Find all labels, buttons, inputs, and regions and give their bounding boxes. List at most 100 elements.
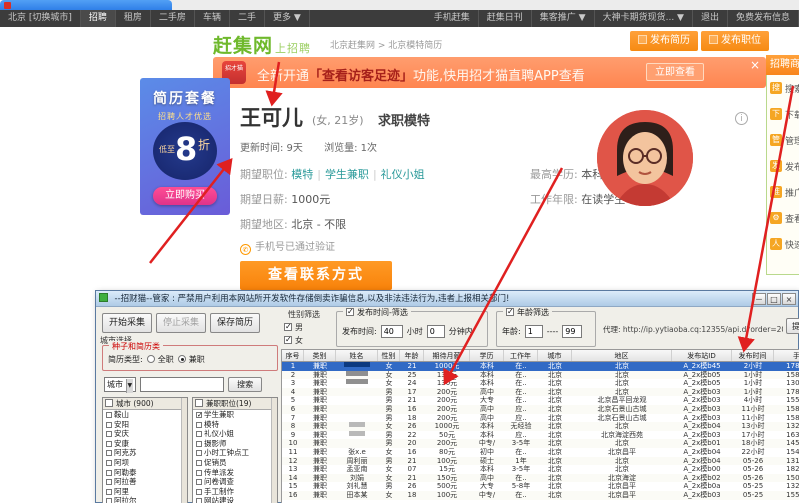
column-header[interactable]: 工作年 (504, 350, 538, 361)
publish-job-button[interactable]: 发布职位 (701, 31, 769, 51)
nav-item[interactable]: 租房 (116, 10, 151, 27)
column-header[interactable]: 学历 (470, 350, 504, 361)
browser-active-tab[interactable] (0, 0, 172, 10)
nav-item[interactable]: 二手 (230, 10, 265, 27)
job-list-scrollbar[interactable] (271, 398, 277, 503)
city-list-item[interactable]: 阿坝 (103, 458, 187, 468)
column-header[interactable]: 序号 (282, 350, 304, 361)
job-list-item[interactable]: 摄影师 (193, 439, 277, 449)
column-header[interactable]: 期待月薪 (424, 350, 470, 361)
job-checkbox[interactable] (196, 440, 202, 447)
publish-resume-button[interactable]: 发布简历 (630, 31, 698, 51)
table-row[interactable]: 10 兼职 男 20 200元 中专/3-5年 北京 北京 A_2x模b01 18小时 145720… (282, 439, 799, 448)
column-header[interactable]: 类别 (304, 350, 336, 361)
nav-item[interactable]: 赶集日刊 (479, 10, 532, 27)
city-list-item[interactable]: 鞍山 (103, 410, 187, 420)
sidebar-item[interactable]: 推推广职位 (767, 179, 799, 205)
fulltime-radio-circle[interactable] (146, 355, 155, 363)
start-collect-button[interactable]: 开始采集 (102, 313, 152, 333)
position-link[interactable]: 学生兼职 (325, 168, 369, 181)
city-list-scrollbar[interactable] (181, 398, 187, 503)
job-checkbox[interactable] (196, 421, 202, 428)
table-row[interactable]: 11 兼职 张x.e 女 16 80元 初中 在.. 北京 北京昌平 A_2x模b04 22小时 154… (282, 448, 799, 457)
job-list-item[interactable]: 模特 (193, 420, 277, 430)
sidebar-item[interactable]: 发发布职位 (767, 153, 799, 179)
female-checkbox[interactable]: 女 (284, 335, 303, 346)
nav-item[interactable]: 车辆 (195, 10, 230, 27)
city-checkbox[interactable] (106, 488, 112, 495)
nav-item[interactable]: 退出 (693, 10, 728, 27)
job-list-item[interactable]: 问卷调查 (193, 477, 277, 487)
nav-item[interactable]: 更多 ▼ (265, 10, 310, 27)
city-checkbox[interactable] (106, 459, 112, 466)
nav-item[interactable]: 手机赶集 (426, 10, 479, 27)
sidebar-item[interactable]: 管管理职位 (767, 127, 799, 153)
sidebar-item[interactable]: ⚙查看订单 (767, 205, 799, 231)
job-checkbox[interactable] (196, 469, 202, 476)
age-max-input[interactable] (562, 325, 583, 338)
table-row[interactable]: 5 兼职 男 21 200元 大专 在.. 北京 北京昌平回龙观 A_2x模b03 4小时 15530… (282, 396, 799, 405)
hours-input[interactable] (380, 325, 403, 338)
parttime-radio-circle[interactable] (177, 355, 186, 363)
job-list-item[interactable]: 传单派发 (193, 468, 277, 478)
city-checkbox[interactable] (106, 469, 112, 476)
city-list-item[interactable]: 阿拉善 (103, 477, 187, 487)
proxy-extract-button[interactable]: 提取 (786, 318, 799, 334)
job-list-item[interactable]: 网站建设 (193, 496, 277, 503)
age-filter-checkbox[interactable] (506, 307, 514, 316)
minutes-input[interactable] (426, 325, 445, 338)
view-contact-button[interactable]: 查看联系方式 (240, 261, 392, 290)
city-checkbox[interactable] (106, 498, 112, 503)
nav-item[interactable]: 二手房 (151, 10, 195, 27)
fulltime-radio[interactable]: 全职 (146, 354, 174, 365)
sidebar-item[interactable]: 人快速充值 (767, 231, 799, 257)
city-list-item[interactable]: 阿拉尔 (103, 496, 187, 503)
parttime-radio[interactable]: 兼职 (177, 354, 205, 365)
search-button[interactable]: 搜索 (228, 377, 263, 392)
time-filter-legend[interactable]: 发布时间-筛选 (343, 307, 411, 318)
info-icon[interactable]: i (735, 112, 748, 125)
table-row[interactable]: 8 兼职 女 26 1000元 本科 无经验 北京 北京 A_2x模b04 13小时 13224442 (282, 422, 799, 431)
time-filter-checkbox[interactable] (346, 307, 354, 316)
column-header[interactable]: 性别 (378, 350, 400, 361)
sidebar-item[interactable]: 搜搜索简历 (767, 75, 799, 101)
city-checkbox[interactable] (106, 479, 112, 486)
city-checkbox[interactable] (106, 431, 112, 438)
city-checkbox[interactable] (106, 450, 112, 457)
job-list-header[interactable]: 兼职职位(19) (193, 398, 277, 410)
ganji-logo[interactable]: 赶集网 上招聘 (213, 31, 311, 58)
job-checkbox[interactable] (196, 498, 202, 503)
age-min-input[interactable] (524, 325, 543, 338)
nav-item[interactable]: 集客推广 ▼ (532, 10, 595, 27)
city-list-item[interactable]: 阿里 (103, 487, 187, 497)
nav-item[interactable]: 招聘 (80, 10, 116, 27)
job-checkbox[interactable] (196, 459, 202, 466)
table-row[interactable]: 2 兼职 女 25 130元 本科 在.. 北京 北京 A_2x模b05 1小时 15847235 (282, 370, 799, 380)
table-row[interactable]: 4 兼职 男 17 200元 高中 在.. 北京 北京 A_2x模b03 1小时 17804721 (282, 387, 799, 397)
column-header[interactable]: 地区 (572, 350, 672, 361)
city-dropdown[interactable]: 城市 ▼ (104, 377, 137, 393)
city-list-item[interactable]: 安康 (103, 439, 187, 449)
city-checkbox[interactable] (106, 440, 112, 447)
male-checkbox[interactable]: 男 (284, 322, 303, 333)
job-checkbox[interactable] (196, 450, 202, 457)
banner-close-icon[interactable]: × (750, 58, 760, 72)
column-header[interactable]: 城市 (538, 350, 572, 361)
buy-now-button[interactable]: 立即购买 (153, 187, 217, 205)
table-row[interactable]: 12 兼职 周利丽 男 21 100元 硕士 1年 北京 北京 A_2x模b04 05-26 13125… (282, 456, 799, 466)
age-filter-legend[interactable]: 年龄筛选 (503, 307, 552, 318)
sidebar-item[interactable]: 下下载简历 (767, 101, 799, 127)
column-header[interactable]: 发布时间 (732, 350, 774, 361)
table-row[interactable]: 15 兼职 刘礼慧 男 26 500元 大专 5-8年 北京 北京昌平 A_2x模b0a 05-25 1… (282, 482, 799, 491)
table-row[interactable]: 13 兼职 孟亚南 女 07 15元 本科 3-5年 北京 北京 A_2x模b00 05-26 1822… (282, 465, 799, 474)
city-list-item[interactable]: 安阳 (103, 420, 187, 430)
job-list-item[interactable]: 促销员 (193, 458, 277, 468)
job-list-item[interactable]: 手工制作 (193, 487, 277, 497)
city-all-checkbox[interactable] (105, 399, 113, 407)
stop-collect-button[interactable]: 停止采集 (156, 313, 206, 333)
city-checkbox[interactable] (106, 421, 112, 428)
close-button[interactable]: × (782, 293, 796, 305)
window-title-bar[interactable]: --招财猫--管家 : 严禁用户利用本网站所开发软件存储倒卖诈骗信息,以及非法违… (96, 291, 798, 307)
job-list-item[interactable]: 礼仪小姐 (193, 429, 277, 439)
job-checkbox[interactable] (196, 431, 202, 438)
